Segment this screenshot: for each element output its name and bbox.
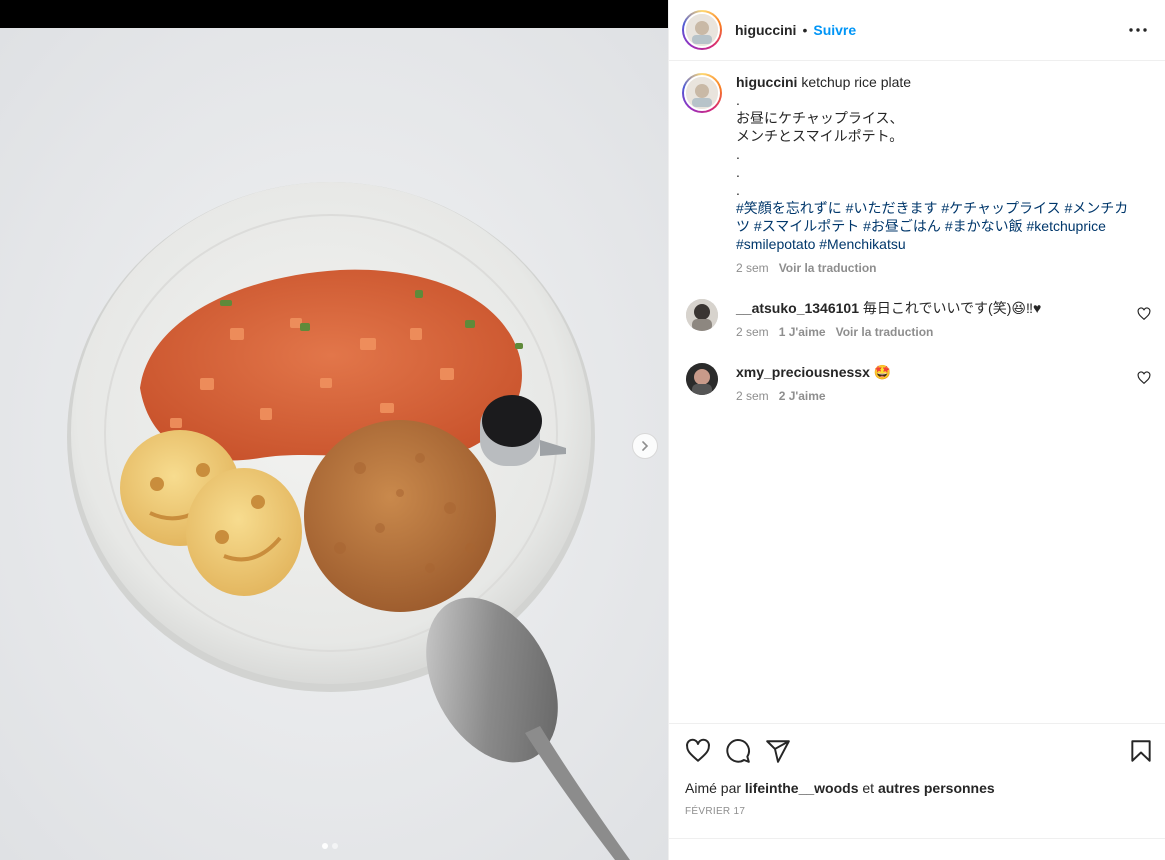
liked-by: Aimé par lifeinthe__woods et autres pers… xyxy=(685,780,995,796)
comment-text: 🤩 xyxy=(873,364,892,380)
post-actions: Aimé par lifeinthe__woods et autres pers… xyxy=(669,723,1165,838)
translate-button[interactable]: Voir la traduction xyxy=(779,259,877,277)
bookmark-icon[interactable] xyxy=(1128,738,1154,764)
caption-body: higuccini ketchup rice plate . お昼にケチャップラ… xyxy=(736,73,1136,277)
carousel-dot-active xyxy=(322,843,328,849)
liked-by-and: et xyxy=(862,780,875,796)
commenter-avatar[interactable] xyxy=(686,299,718,331)
post-media xyxy=(0,0,668,860)
caption-line: お昼にケチャップライス、 xyxy=(736,110,904,126)
comment-meta: 2 sem 2 J'aime xyxy=(736,387,891,405)
carousel-next-button[interactable] xyxy=(632,433,658,459)
post-date[interactable]: FÉVRIER 17 xyxy=(685,806,745,817)
comment-time[interactable]: 2 sem xyxy=(736,323,769,341)
post-caption: higuccini ketchup rice plate . お昼にケチャップラ… xyxy=(682,73,1153,277)
commenter-username[interactable]: __atsuko_1346101 xyxy=(736,300,859,316)
caption-meta: 2 sem Voir la traduction xyxy=(736,259,1136,277)
carousel-dots xyxy=(322,843,338,849)
post-panel: higuccini • Suivre higuccini ketchup ric… xyxy=(668,0,1165,860)
comment-item: __atsuko_1346101 毎日これでいいです(笑)😆‼︎♥ 2 sem … xyxy=(682,299,1153,341)
follow-button[interactable]: Suivre xyxy=(813,22,856,38)
commenter-username[interactable]: xmy_preciousnessx xyxy=(736,364,870,380)
translate-button[interactable]: Voir la traduction xyxy=(836,323,934,341)
media-top-letterbox xyxy=(0,0,668,28)
heart-icon[interactable] xyxy=(1137,307,1151,321)
carousel-dot xyxy=(332,843,338,849)
comment-likes[interactable]: 1 J'aime xyxy=(779,323,826,341)
author-avatar[interactable] xyxy=(682,10,722,50)
comment-body: __atsuko_1346101 毎日これでいいです(笑)😆‼︎♥ 2 sem … xyxy=(736,299,1041,341)
avatar-image xyxy=(684,75,720,111)
caption-line: . xyxy=(736,182,740,198)
add-comment-area[interactable] xyxy=(669,838,1165,860)
liked-by-prefix: Aimé par xyxy=(685,780,742,796)
caption-line: . xyxy=(736,92,740,108)
caption-line: メンチとスマイルポテト。 xyxy=(736,128,904,144)
comments-section[interactable]: higuccini ketchup rice plate . お昼にケチャップラ… xyxy=(669,61,1165,723)
commenter-avatar[interactable] xyxy=(686,363,718,395)
comment-body: xmy_preciousnessx 🤩 2 sem 2 J'aime xyxy=(736,363,891,405)
avatar-image xyxy=(684,12,720,48)
comment-time[interactable]: 2 sem xyxy=(736,387,769,405)
heart-icon[interactable] xyxy=(685,738,711,764)
liked-by-user[interactable]: lifeinthe__woods xyxy=(745,780,859,796)
comment-meta: 2 sem 1 J'aime Voir la traduction xyxy=(736,323,1041,341)
caption-time[interactable]: 2 sem xyxy=(736,259,769,277)
caption-title: ketchup rice plate xyxy=(801,74,912,90)
comment-likes[interactable]: 2 J'aime xyxy=(779,387,826,405)
action-icons xyxy=(685,738,791,764)
caption-hashtags[interactable]: #笑顔を忘れずに #いただきます #ケチャップライス #メンチカツ #スマイルポ… xyxy=(736,199,1136,253)
author-username[interactable]: higuccini xyxy=(735,22,796,38)
comment-item: xmy_preciousnessx 🤩 2 sem 2 J'aime xyxy=(682,363,1153,405)
caption-username[interactable]: higuccini xyxy=(736,74,797,90)
comment-icon[interactable] xyxy=(725,738,751,764)
caption-line: . xyxy=(736,146,740,162)
liked-by-others[interactable]: autres personnes xyxy=(878,780,995,796)
comment-text: 毎日これでいいです(笑)😆‼︎♥ xyxy=(862,300,1042,316)
caption-avatar[interactable] xyxy=(682,73,722,113)
more-options-icon[interactable] xyxy=(1126,20,1150,40)
post-photo xyxy=(0,28,668,860)
share-icon[interactable] xyxy=(765,738,791,764)
chevron-right-icon xyxy=(642,441,649,451)
header-separator: • xyxy=(802,22,808,38)
caption-line: . xyxy=(736,164,740,180)
heart-icon[interactable] xyxy=(1137,371,1151,385)
post-header: higuccini • Suivre xyxy=(669,0,1165,61)
